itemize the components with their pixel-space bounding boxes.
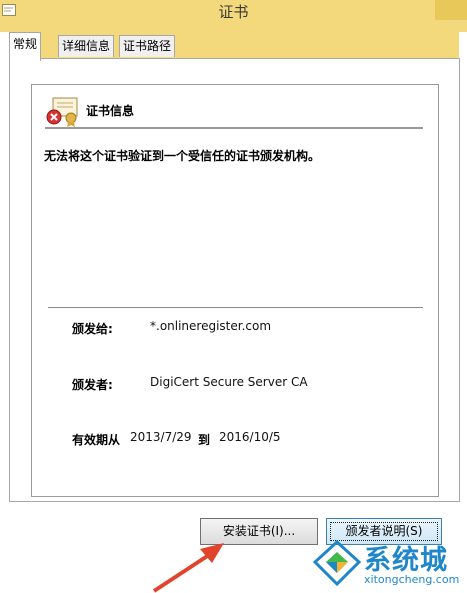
- tab-certification-path[interactable]: 证书路径: [119, 35, 176, 57]
- issued-by-label: 颁发者:: [72, 378, 113, 392]
- valid-from-date: 2013/7/29: [130, 430, 192, 444]
- tab-general[interactable]: 常规: [9, 32, 42, 61]
- certificate-info-title: 证书信息: [86, 104, 135, 118]
- valid-from-label: 有效期从: [72, 433, 121, 447]
- valid-to-word: 到: [198, 433, 211, 447]
- valid-to-date: 2016/10/5: [219, 430, 281, 444]
- watermark-url: xitongcheng.com: [364, 573, 460, 586]
- title-bar: 证书: [0, 0, 467, 32]
- certificate-error-icon: [46, 97, 78, 127]
- site-watermark: 系统城 xitongcheng.com: [312, 538, 464, 593]
- window-title: 证书: [218, 3, 249, 21]
- help-button[interactable]: [435, 0, 467, 20]
- untrusted-warning-text: 无法将这个证书验证到一个受信任的证书颁发机构。: [44, 149, 321, 163]
- issued-to-label: 颁发给:: [72, 322, 113, 336]
- header-divider: [45, 127, 423, 129]
- watermark-name: 系统城: [364, 545, 448, 576]
- annotation-arrow-icon: [152, 543, 224, 593]
- issued-to-value: *.onlineregister.com: [150, 319, 272, 333]
- watermark-logo-icon: [312, 540, 362, 587]
- issued-by-value: DigiCert Secure Server CA: [150, 375, 308, 389]
- details-divider: [48, 307, 423, 308]
- tab-details[interactable]: 详细信息: [58, 35, 115, 57]
